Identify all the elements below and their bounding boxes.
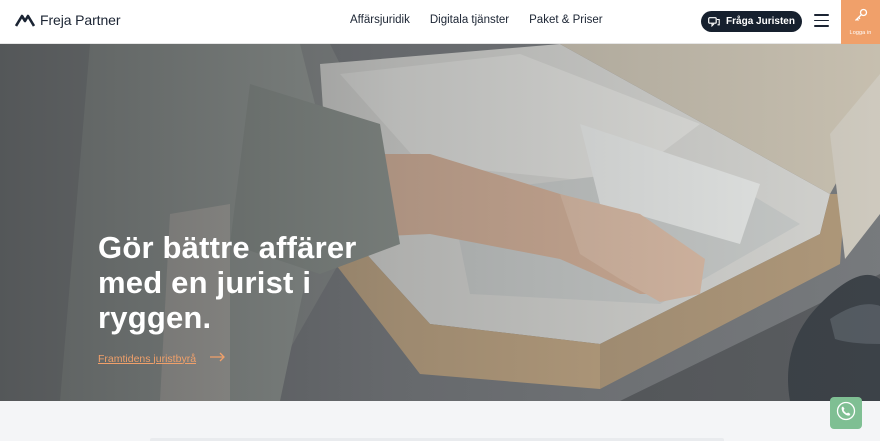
chat-icon [708,16,720,27]
main-nav: Affärsjuridik Digitala tjänster Paket & … [350,14,603,26]
nav-item-affarsjuridik[interactable]: Affärsjuridik [350,14,410,26]
nav-item-paket-priser[interactable]: Paket & Priser [529,14,603,26]
hero-section: Gör bättre affärer med en jurist i rygge… [0,44,880,401]
phone-icon [836,401,856,426]
login-button[interactable]: Logga in [841,0,880,44]
arrow-right-icon [210,352,226,365]
phone-button[interactable] [830,397,862,429]
site-header: Freja Partner Affärsjuridik Digitala tjä… [0,0,880,44]
key-icon [854,8,868,27]
nav-item-digitala-tjanster[interactable]: Digitala tjänster [430,14,509,26]
login-label: Logga in [849,30,872,36]
ask-lawyer-button[interactable]: Fråga Juristen [701,11,802,32]
content-section [0,401,880,441]
logo-text: Freja Partner [40,12,121,28]
hero-title: Gör bättre affärer med en jurist i rygge… [98,230,357,335]
future-law-firm-link[interactable]: Framtidens juristbyrå [98,352,226,365]
hero-link-label: Framtidens juristbyrå [98,352,197,365]
hamburger-icon[interactable] [814,14,829,27]
freja-logo-icon [15,12,35,28]
logo[interactable]: Freja Partner [15,12,121,28]
ask-lawyer-label: Fråga Juristen [726,16,795,27]
